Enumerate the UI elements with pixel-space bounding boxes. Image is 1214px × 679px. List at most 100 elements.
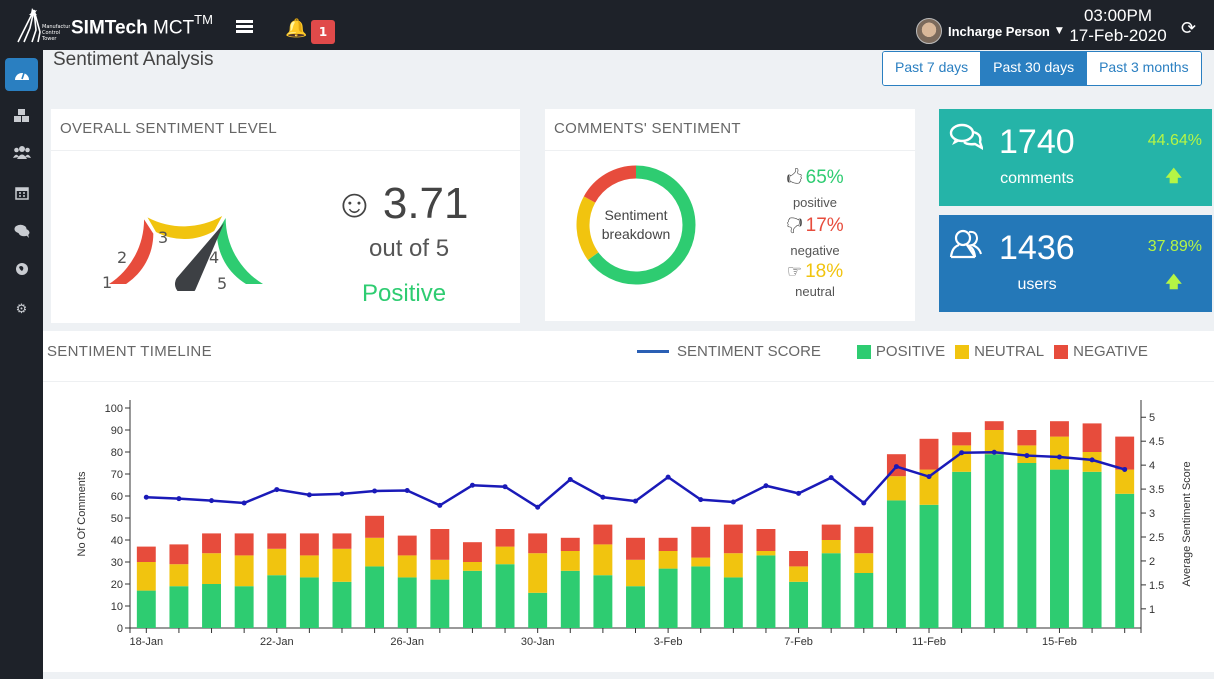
sentiment-score-point[interactable]	[567, 477, 573, 483]
range-past-7-days-button[interactable]: Past 7 days	[883, 52, 982, 85]
bar-positive[interactable]	[626, 586, 645, 628]
bar-negative[interactable]	[821, 524, 841, 540]
bar-positive[interactable]	[397, 577, 417, 628]
bar-neutral[interactable]	[593, 544, 613, 576]
sentiment-score-point[interactable]	[633, 498, 638, 504]
bar-negative[interactable]	[723, 524, 743, 554]
bar-negative[interactable]	[495, 529, 515, 547]
sentiment-score-point[interactable]	[535, 504, 541, 510]
bar-positive[interactable]	[658, 568, 678, 628]
sentiment-score-point[interactable]	[828, 475, 834, 481]
bar-negative[interactable]	[332, 533, 352, 549]
bar-positive[interactable]	[462, 570, 482, 628]
bar-negative[interactable]	[169, 544, 189, 565]
range-past-30-days-button[interactable]: Past 30 days	[981, 52, 1088, 85]
bar-positive[interactable]	[234, 586, 254, 628]
sidebar-item-globe[interactable]	[5, 252, 38, 285]
bar-neutral[interactable]	[430, 559, 450, 580]
bar-neutral[interactable]	[1115, 469, 1135, 494]
bar-positive[interactable]	[1050, 469, 1069, 628]
bar-neutral[interactable]	[854, 553, 874, 573]
bar-positive[interactable]	[528, 592, 548, 628]
sentiment-score-point[interactable]	[698, 497, 704, 503]
refresh-icon[interactable]: ⟳	[1181, 18, 1196, 39]
bar-neutral[interactable]	[886, 476, 906, 501]
legend-item-neutral[interactable]: NEUTRAL	[955, 343, 1044, 360]
bar-positive[interactable]	[789, 581, 809, 628]
bar-positive[interactable]	[332, 581, 352, 628]
user-menu[interactable]: Incharge Person ▼	[916, 18, 1063, 44]
bar-neutral[interactable]	[789, 566, 809, 582]
bar-positive[interactable]	[756, 555, 776, 628]
bar-negative[interactable]	[299, 533, 319, 556]
bar-neutral[interactable]	[821, 540, 841, 554]
bar-positive[interactable]	[886, 500, 906, 628]
sentiment-score-point[interactable]	[730, 499, 736, 505]
bar-neutral[interactable]	[560, 551, 580, 571]
bar-negative[interactable]	[756, 529, 776, 551]
sentiment-score-point[interactable]	[241, 500, 247, 506]
bar-negative[interactable]	[267, 533, 287, 549]
bar-negative[interactable]	[854, 526, 874, 554]
bar-negative[interactable]	[658, 537, 678, 551]
bar-neutral[interactable]	[234, 555, 254, 587]
bar-positive[interactable]	[1017, 463, 1037, 628]
sentiment-score-point[interactable]	[274, 487, 280, 493]
sentiment-score-point[interactable]	[665, 474, 671, 480]
bar-positive[interactable]	[267, 575, 287, 628]
bar-neutral[interactable]	[267, 548, 287, 576]
sentiment-score-point[interactable]	[1056, 454, 1062, 460]
sentiment-score-point[interactable]	[339, 491, 345, 497]
sidebar-item-settings[interactable]: ⚙	[5, 293, 38, 326]
range-past-3-months-button[interactable]: Past 3 months	[1087, 52, 1201, 85]
sentiment-score-point[interactable]	[143, 494, 149, 500]
sentiment-score-point[interactable]	[1122, 466, 1128, 472]
bar-positive[interactable]	[854, 573, 874, 628]
bar-negative[interactable]	[560, 537, 580, 551]
bar-negative[interactable]	[789, 551, 809, 567]
bar-positive[interactable]	[136, 590, 156, 628]
bar-positive[interactable]	[202, 584, 221, 628]
sidebar-item-modules[interactable]	[5, 99, 38, 132]
bar-negative[interactable]	[984, 421, 1004, 430]
bar-positive[interactable]	[495, 564, 515, 628]
legend-item-positive[interactable]: POSITIVE	[856, 343, 945, 360]
sentiment-score-point[interactable]	[404, 488, 410, 494]
bar-neutral[interactable]	[756, 551, 776, 556]
bar-positive[interactable]	[593, 575, 613, 628]
sentiment-score-point[interactable]	[502, 484, 508, 490]
bar-neutral[interactable]	[691, 557, 711, 567]
bar-positive[interactable]	[169, 586, 189, 628]
bar-neutral[interactable]	[136, 562, 156, 591]
sentiment-score-point[interactable]	[600, 494, 606, 500]
bar-neutral[interactable]	[332, 548, 352, 582]
sidebar-item-dashboard[interactable]	[5, 58, 38, 91]
bar-negative[interactable]	[919, 438, 939, 470]
bar-neutral[interactable]	[397, 555, 417, 578]
bar-negative[interactable]	[528, 533, 548, 554]
bar-positive[interactable]	[691, 566, 711, 628]
bar-negative[interactable]	[1017, 430, 1037, 446]
bar-positive[interactable]	[299, 577, 319, 628]
sentiment-score-point[interactable]	[893, 464, 899, 470]
legend-item-negative[interactable]: NEGATIVE	[1054, 343, 1148, 360]
bar-negative[interactable]	[365, 515, 385, 538]
bar-positive[interactable]	[1082, 471, 1102, 628]
bar-positive[interactable]	[919, 504, 939, 628]
bar-negative[interactable]	[234, 533, 254, 556]
bar-negative[interactable]	[626, 537, 645, 560]
sentiment-score-point[interactable]	[437, 502, 443, 508]
bar-positive[interactable]	[821, 553, 841, 628]
notification-bell-icon[interactable]: 🔔	[285, 18, 307, 39]
bar-neutral[interactable]	[462, 562, 482, 571]
sentiment-score-point[interactable]	[926, 474, 932, 480]
bar-negative[interactable]	[136, 546, 156, 562]
sentiment-score-point[interactable]	[306, 492, 312, 498]
bar-neutral[interactable]	[495, 546, 515, 565]
sentiment-score-point[interactable]	[209, 498, 215, 504]
sidebar-item-users[interactable]	[5, 135, 38, 168]
bar-negative[interactable]	[1082, 423, 1102, 452]
sentiment-score-point[interactable]	[861, 500, 867, 506]
bar-neutral[interactable]	[1050, 436, 1069, 470]
bar-positive[interactable]	[560, 570, 580, 628]
